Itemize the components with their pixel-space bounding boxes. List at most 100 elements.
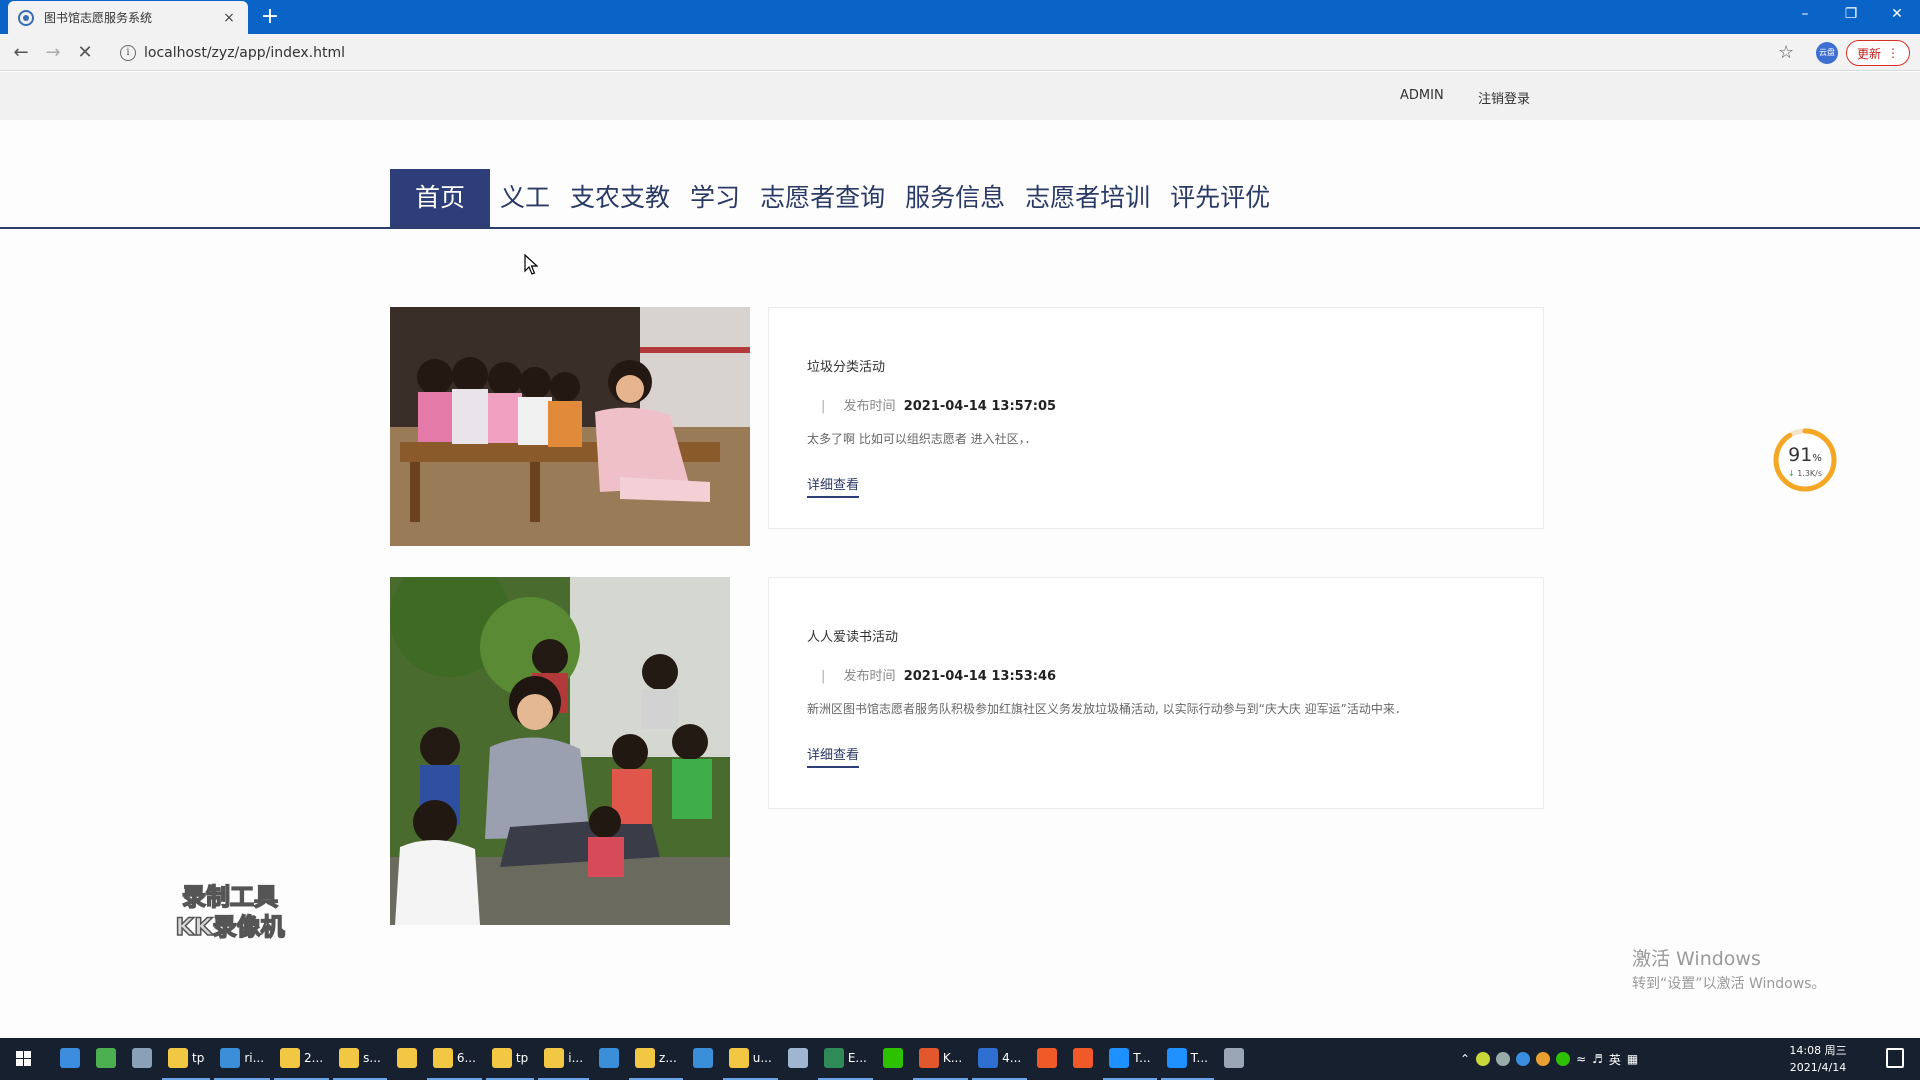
update-button[interactable]: 更新 ⋮ bbox=[1846, 40, 1910, 66]
post-photo-reading-group[interactable] bbox=[390, 577, 730, 925]
app-icon bbox=[635, 1048, 656, 1068]
app-label: ri... bbox=[244, 1051, 265, 1065]
app-label: 2... bbox=[304, 1051, 324, 1065]
taskbar-app-button[interactable] bbox=[90, 1038, 122, 1080]
post-title[interactable]: 人人爱读书活动 bbox=[807, 626, 898, 645]
app-icon bbox=[1073, 1048, 1094, 1068]
clock-time: 14:08 周三 bbox=[1789, 1044, 1847, 1057]
volume-icon[interactable]: ♬ bbox=[1592, 1052, 1603, 1066]
taskbar-app-button[interactable] bbox=[1067, 1038, 1099, 1080]
browser-tab[interactable]: 图书馆志愿服务系统 × bbox=[8, 1, 248, 34]
taskbar-app-button[interactable] bbox=[1031, 1038, 1063, 1080]
taskbar-app-button[interactable]: tp bbox=[485, 1038, 535, 1080]
post-photo-children-bench[interactable] bbox=[390, 307, 750, 546]
taskbar-app-button[interactable]: K... bbox=[912, 1038, 969, 1080]
keyboard-icon[interactable]: ▦ bbox=[1627, 1052, 1638, 1066]
taskbar-app-button[interactable] bbox=[877, 1038, 909, 1080]
recorder-watermark: 录制工具 KK录像机 bbox=[175, 882, 286, 942]
app-icon bbox=[396, 1048, 417, 1068]
date-divider: | bbox=[821, 399, 826, 414]
tab-title: 图书馆志愿服务系统 bbox=[44, 11, 153, 25]
taskbar-app-button[interactable] bbox=[687, 1038, 719, 1080]
post-title[interactable]: 垃圾分类活动 bbox=[807, 356, 885, 375]
app-icon bbox=[823, 1048, 844, 1068]
notification-center-icon[interactable] bbox=[1886, 1048, 1904, 1068]
app-icon bbox=[339, 1048, 360, 1068]
tray-app-icon[interactable] bbox=[1476, 1052, 1491, 1066]
app-label: K... bbox=[942, 1051, 963, 1065]
taskbar-app-button[interactable]: s... bbox=[333, 1038, 387, 1080]
app-icon bbox=[1166, 1048, 1187, 1068]
logout-link[interactable]: 注销登录 bbox=[1478, 88, 1530, 107]
taskbar-app-button[interactable]: ri... bbox=[214, 1038, 271, 1080]
stop-loading-icon[interactable]: ✕ bbox=[72, 40, 98, 66]
start-button[interactable] bbox=[0, 1038, 48, 1080]
user-bar: ADMIN 注销登录 bbox=[0, 72, 1920, 120]
close-window-button[interactable]: ✕ bbox=[1874, 0, 1920, 30]
taskbar-clock[interactable]: 14:08 周三 2021/4/14 bbox=[1780, 1042, 1856, 1076]
post-date: | 发布时间 2021-04-14 13:53:46 bbox=[807, 665, 1056, 684]
back-arrow-icon[interactable]: ← bbox=[8, 40, 34, 66]
username-link[interactable]: ADMIN bbox=[1400, 88, 1444, 103]
taskbar-app-button[interactable]: T... bbox=[1160, 1038, 1214, 1080]
taskbar-app-button[interactable]: T... bbox=[1103, 1038, 1157, 1080]
post-content: 垃圾分类活动 | 发布时间 2021-04-14 13:57:05 太多了啊 比… bbox=[768, 307, 1544, 529]
taskbar-app-button[interactable] bbox=[1218, 1038, 1250, 1080]
taskbar-app-button[interactable]: 6... bbox=[426, 1038, 482, 1080]
ime-indicator[interactable]: 英 bbox=[1609, 1051, 1621, 1068]
restore-button[interactable]: ❐ bbox=[1828, 0, 1874, 30]
site-favicon-icon bbox=[18, 9, 34, 26]
taskbar-app-button[interactable] bbox=[391, 1038, 423, 1080]
minimize-button[interactable]: – bbox=[1782, 0, 1828, 30]
address-bar[interactable]: i localhost/zyz/app/index.html bbox=[110, 38, 1790, 67]
app-label: s... bbox=[363, 1051, 381, 1065]
browser-toolbar: ← → ✕ i localhost/zyz/app/index.html ☆ 云… bbox=[0, 34, 1920, 71]
app-icon bbox=[432, 1048, 453, 1068]
tab-close-icon[interactable]: × bbox=[220, 10, 238, 26]
taskbar-apps: tp ri... 2... s... 6... tp i... z... u... E... K..… bbox=[54, 1038, 1254, 1080]
nav-item[interactable]: 义工 bbox=[490, 169, 560, 227]
taskbar-app-button[interactable]: tp bbox=[162, 1038, 211, 1080]
view-details-link[interactable]: 详细查看 bbox=[807, 474, 860, 498]
taskbar-app-button[interactable]: i... bbox=[538, 1038, 590, 1080]
profile-avatar[interactable]: 云盘 bbox=[1816, 42, 1838, 64]
network-speed-widget[interactable]: 91% ↓ 1.3K/s bbox=[1772, 427, 1838, 493]
forward-arrow-icon[interactable]: → bbox=[40, 40, 66, 66]
taskbar-app-button[interactable] bbox=[126, 1038, 158, 1080]
nav-item[interactable]: 学习 bbox=[680, 169, 750, 227]
app-label: i... bbox=[568, 1051, 584, 1065]
tray-app-icon[interactable] bbox=[1516, 1052, 1531, 1066]
app-icon bbox=[787, 1048, 808, 1068]
taskbar-app-button[interactable] bbox=[782, 1038, 814, 1080]
taskbar-app-button[interactable] bbox=[593, 1038, 625, 1080]
download-arrow-icon: ↓ bbox=[1787, 469, 1795, 478]
taskbar-app-button[interactable]: z... bbox=[629, 1038, 683, 1080]
nav-item[interactable]: 评先评优 bbox=[1160, 169, 1280, 227]
taskbar-app-button[interactable] bbox=[54, 1038, 86, 1080]
app-icon bbox=[978, 1048, 999, 1068]
bookmark-star-icon[interactable]: ☆ bbox=[1778, 42, 1794, 63]
site-info-icon[interactable]: i bbox=[120, 44, 136, 61]
nav-item[interactable]: 志愿者培训 bbox=[1015, 169, 1160, 227]
app-icon bbox=[1223, 1048, 1244, 1068]
wifi-icon[interactable]: ≈ bbox=[1576, 1052, 1586, 1066]
tray-app-icon[interactable] bbox=[1536, 1052, 1551, 1066]
app-icon bbox=[544, 1048, 565, 1068]
taskbar-app-button[interactable]: u... bbox=[722, 1038, 778, 1080]
taskbar-app-button[interactable]: E... bbox=[817, 1038, 873, 1080]
tray-expand-icon[interactable]: ⌃ bbox=[1460, 1052, 1470, 1066]
nav-item[interactable]: 志愿者查询 bbox=[750, 169, 895, 227]
nav-item[interactable]: 支农支教 bbox=[560, 169, 680, 227]
post-description: 太多了啊 比如可以组织志愿者 进入社区，． bbox=[807, 432, 1037, 446]
taskbar-app-button[interactable]: 4... bbox=[972, 1038, 1028, 1080]
taskbar-app-button[interactable]: 2... bbox=[274, 1038, 330, 1080]
wechat-tray-icon[interactable] bbox=[1556, 1052, 1571, 1066]
window-controls: – ❐ ✕ bbox=[1782, 0, 1920, 30]
nav-item[interactable]: 服务信息 bbox=[895, 169, 1015, 227]
nav-item[interactable]: 首页 bbox=[390, 169, 491, 227]
tray-app-icon[interactable] bbox=[1496, 1052, 1511, 1066]
new-tab-button[interactable]: + bbox=[256, 4, 284, 30]
date-value: 2021-04-14 13:53:46 bbox=[903, 669, 1057, 684]
app-icon bbox=[692, 1048, 713, 1068]
view-details-link[interactable]: 详细查看 bbox=[807, 744, 860, 768]
